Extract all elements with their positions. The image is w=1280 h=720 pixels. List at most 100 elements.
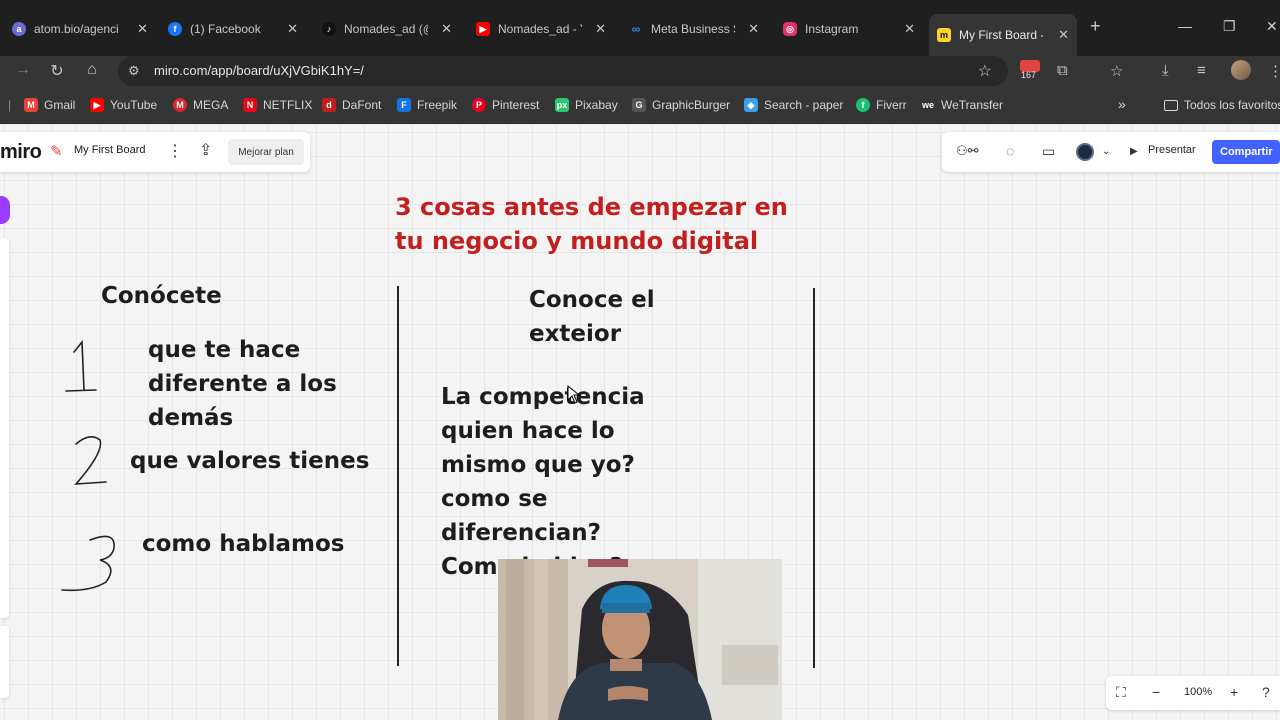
bookmark-pinterest[interactable]: P Pinterest — [472, 98, 539, 112]
bookmark-separator: | — [8, 98, 12, 112]
reload-icon[interactable]: ↻ — [46, 61, 68, 81]
bookmark-gmail[interactable]: M Gmail — [24, 98, 75, 112]
bookmark-label: Search - paper — [764, 98, 844, 112]
bookmark-fiverr[interactable]: f Fiverr — [856, 98, 907, 112]
graphicburger-icon: G — [632, 98, 646, 112]
more-options-icon[interactable]: ⋮ — [167, 141, 183, 161]
bookmark-label: GraphicBurger — [652, 98, 731, 112]
divider-line[interactable] — [813, 288, 815, 668]
list-item[interactable]: como hablamos — [142, 531, 344, 557]
wetransfer-icon: we — [921, 98, 935, 112]
collaborator-avatar[interactable] — [1076, 143, 1094, 161]
close-window-icon[interactable]: ✕ — [1266, 18, 1278, 35]
board-name[interactable]: My First Board — [74, 144, 146, 156]
close-icon[interactable]: ✕ — [1058, 27, 1069, 43]
bookmark-wetransfer[interactable]: we WeTransfer — [921, 98, 1003, 112]
reading-list-icon[interactable]: ≡ — [1197, 62, 1206, 79]
tab-label: Meta Business S — [651, 22, 735, 36]
paper-icon: ◆ — [744, 98, 758, 112]
webcam-person-image — [498, 559, 782, 720]
bookmarks-star-icon[interactable]: ☆ — [1110, 62, 1123, 80]
share-button[interactable]: Compartir — [1212, 140, 1280, 164]
reactions-icon[interactable]: ⚇⚯ — [956, 143, 979, 159]
tab-label: Nomades_ad - Y — [498, 22, 582, 36]
video-call-icon[interactable]: ▭ — [1042, 143, 1055, 160]
menu-icon[interactable]: ⋮ — [1268, 62, 1280, 80]
fit-to-screen-icon[interactable]: ⛶ — [1116, 684, 1126, 701]
tab-meta[interactable]: ∞ Meta Business S ✕ — [629, 14, 759, 44]
close-icon[interactable]: ✕ — [137, 21, 148, 37]
profile-avatar[interactable] — [1231, 60, 1251, 80]
divider-line[interactable] — [397, 286, 399, 666]
instagram-icon: ◎ — [783, 22, 797, 36]
bookmark-youtube[interactable]: ▶ YouTube — [90, 98, 157, 112]
forward-icon[interactable]: → — [12, 61, 34, 79]
site-info-icon[interactable]: ⚙ — [128, 63, 140, 79]
competition-text[interactable]: La competencia quien hace lo mismo que y… — [441, 380, 681, 584]
address-bar[interactable]: ⚙ miro.com/app/board/uXjVGbiK1hY=/ ☆ — [118, 56, 1008, 86]
column-heading-conocete[interactable]: Conócete — [101, 283, 222, 309]
restore-icon[interactable]: ❐ — [1223, 18, 1236, 35]
tiktok-icon: ♪ — [322, 22, 336, 36]
bookmark-mega[interactable]: M MEGA — [173, 98, 228, 112]
help-icon[interactable]: ? — [1262, 684, 1270, 700]
zoom-level[interactable]: 100% — [1184, 686, 1212, 698]
new-tab-button[interactable]: + — [1090, 16, 1101, 37]
close-icon[interactable]: ✕ — [595, 21, 606, 37]
browser-toolbar: → ↻ ⌂ ⚙ miro.com/app/board/uXjVGbiK1hY=/… — [0, 56, 1280, 88]
miro-logo[interactable]: miro — [0, 141, 42, 164]
extensions-icon[interactable]: ⧉ — [1057, 62, 1068, 79]
zoom-out-icon[interactable]: − — [1152, 684, 1160, 700]
play-icon: ▶ — [1130, 146, 1138, 157]
atom-bio-icon: a — [12, 22, 26, 36]
tab-tiktok[interactable]: ♪ Nomades_ad (@ ✕ — [322, 14, 452, 44]
column-heading-conoce-el-exterior[interactable]: Conoce el exteior — [529, 283, 699, 351]
pixabay-icon: px — [555, 98, 569, 112]
youtube-icon: ▶ — [476, 22, 490, 36]
all-bookmarks-folder[interactable]: Todos los favoritos — [1164, 98, 1280, 112]
close-icon[interactable]: ✕ — [287, 21, 298, 37]
tab-youtube[interactable]: ▶ Nomades_ad - Y ✕ — [476, 14, 606, 44]
bookmark-label: WeTransfer — [941, 98, 1004, 112]
miro-top-right-bar: ⚇⚯ ◌ ▭ ⌄ ▶ Presentar Compartir — [942, 132, 1280, 172]
comments-icon[interactable]: ◌ — [1006, 143, 1014, 159]
bookmark-dafont[interactable]: d DaFont — [322, 98, 381, 112]
meta-icon: ∞ — [631, 22, 641, 36]
bookmark-pixabay[interactable]: px Pixabay — [555, 98, 618, 112]
bookmark-graphicburger[interactable]: G GraphicBurger — [632, 98, 730, 112]
left-toolbar-secondary[interactable] — [0, 626, 9, 698]
close-icon[interactable]: ✕ — [441, 21, 452, 37]
export-icon[interactable]: ⇪ — [199, 140, 212, 160]
more-bookmarks-icon[interactable]: » — [1118, 96, 1126, 112]
close-icon[interactable]: ✕ — [748, 21, 759, 37]
zoom-controls: ⛶ − 100% + ? — [1106, 676, 1280, 710]
tab-atom-bio[interactable]: a atom.bio/agenci ✕ — [12, 14, 148, 44]
url-text[interactable]: miro.com/app/board/uXjVGbiK1hY=/ — [154, 63, 364, 78]
bookmark-star-icon[interactable]: ☆ — [978, 61, 992, 81]
bookmark-label: Pinterest — [492, 98, 540, 112]
bookmark-search-paper[interactable]: ◆ Search - paper — [744, 98, 843, 112]
close-icon[interactable]: ✕ — [904, 21, 915, 37]
number-1-stroke — [73, 339, 85, 391]
extension-badge-icon[interactable]: 167 — [1020, 60, 1040, 82]
present-button[interactable]: Presentar — [1148, 144, 1196, 156]
bookmark-freepik[interactable]: F Freepik — [397, 98, 457, 112]
download-icon[interactable]: ⤓ — [1162, 62, 1169, 79]
miro-icon: m — [937, 28, 951, 42]
tab-instagram[interactable]: ◎ Instagram ✕ — [783, 14, 915, 44]
home-icon[interactable]: ⌂ — [81, 61, 103, 79]
list-item[interactable]: que te hace diferente a los demás — [148, 333, 348, 435]
list-item[interactable]: que valores tienes — [130, 448, 369, 474]
freepik-icon: F — [397, 98, 411, 112]
board-title[interactable]: 3 cosas antes de empezar en tu negocio y… — [395, 190, 815, 258]
bookmark-netflix[interactable]: N NETFLIX — [243, 98, 312, 112]
left-toolbar[interactable] — [0, 238, 9, 618]
tab-my-first-board[interactable]: m My First Board - ✕ — [929, 14, 1077, 56]
bookmark-label: Freepik — [417, 98, 458, 112]
upgrade-plan-button[interactable]: Mejorar plan — [228, 139, 304, 165]
bookmark-label: YouTube — [110, 98, 158, 112]
minimize-icon[interactable]: — — [1178, 18, 1192, 34]
chevron-down-icon[interactable]: ⌄ — [1102, 146, 1110, 157]
tab-facebook-close: ✕ — [168, 14, 298, 44]
zoom-in-icon[interactable]: + — [1230, 684, 1238, 700]
